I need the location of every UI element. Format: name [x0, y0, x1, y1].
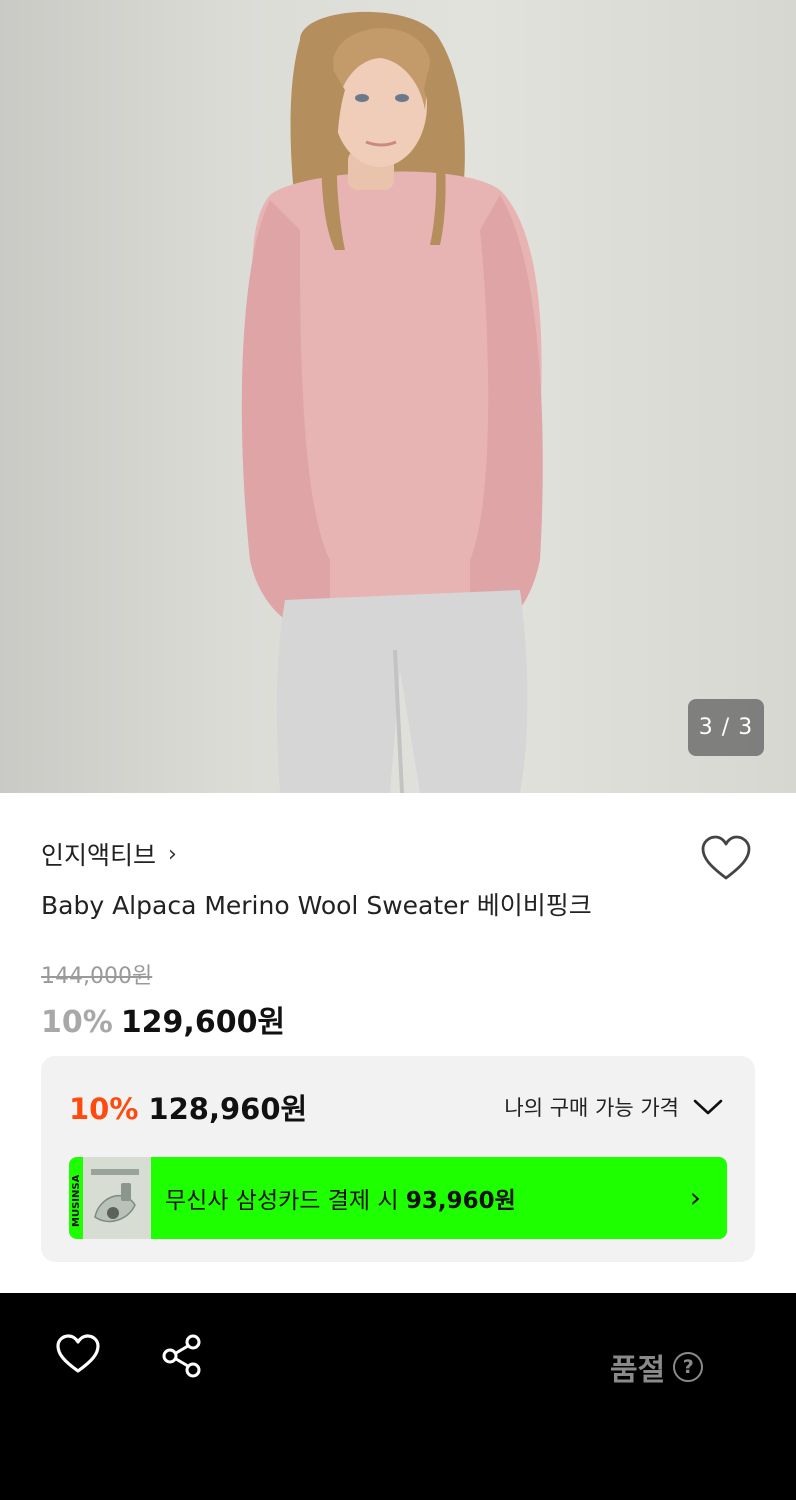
sale-price-row: 10% 129,600원 — [41, 997, 285, 1041]
my-price-label: 나의 구매 가능 가격 — [504, 1096, 679, 1120]
card-thumbnail: MUSINSA — [69, 1157, 151, 1239]
share-icon[interactable] — [160, 1333, 204, 1379]
promo-price: 93,960원 — [405, 1188, 516, 1214]
bottom-action-bar: 품절 ? — [0, 1293, 796, 1500]
product-photo-illustration — [241, 11, 543, 793]
sold-out-label: 품절 — [610, 1353, 666, 1388]
product-title: Baby Alpaca Merino Wool Sweater 베이비핑크 — [41, 891, 592, 920]
original-price: 144,000원 — [41, 964, 153, 989]
chevron-right-icon: › — [689, 1181, 701, 1214]
brand-link[interactable]: 인지액티브 › — [41, 836, 177, 872]
sold-out-status: 품절 ? — [610, 1345, 704, 1389]
question-circle-icon[interactable]: ? — [673, 1352, 704, 1382]
chevron-right-icon: › — [168, 841, 177, 867]
heart-icon[interactable] — [55, 1333, 101, 1375]
card-brand-text: MUSINSA — [71, 1174, 82, 1227]
member-discount-percent: 10% — [69, 1092, 139, 1126]
my-price-toggle[interactable]: 나의 구매 가능 가격 — [504, 1092, 723, 1122]
my-price-box: 10% 128,960원 나의 구매 가능 가격 MUSINSA 무신사 삼성카… — [41, 1056, 755, 1262]
member-price: 128,960원 — [148, 1092, 308, 1126]
card-promo-banner[interactable]: MUSINSA 무신사 삼성카드 결제 시 93,960원 › — [69, 1157, 727, 1239]
card-image: MUSINSA — [69, 1157, 151, 1239]
product-image[interactable]: 3 / 3 — [0, 0, 796, 793]
brand-name: 인지액티브 — [41, 841, 157, 870]
member-price-row: 10% 128,960원 — [69, 1086, 307, 1128]
chevron-down-icon — [693, 1099, 723, 1115]
image-counter: 3 / 3 — [688, 699, 764, 756]
promo-text: 무신사 삼성카드 결제 시 93,960원 — [165, 1181, 516, 1215]
wishlist-heart-icon[interactable] — [700, 834, 752, 882]
sale-price: 129,600원 — [120, 1005, 286, 1040]
product-page: 3 / 3 인지액티브 › Baby Alpaca Merino Wool Sw… — [0, 0, 796, 1500]
promo-text-prefix: 무신사 삼성카드 결제 시 — [165, 1188, 406, 1214]
discount-percent: 10% — [41, 1005, 113, 1040]
